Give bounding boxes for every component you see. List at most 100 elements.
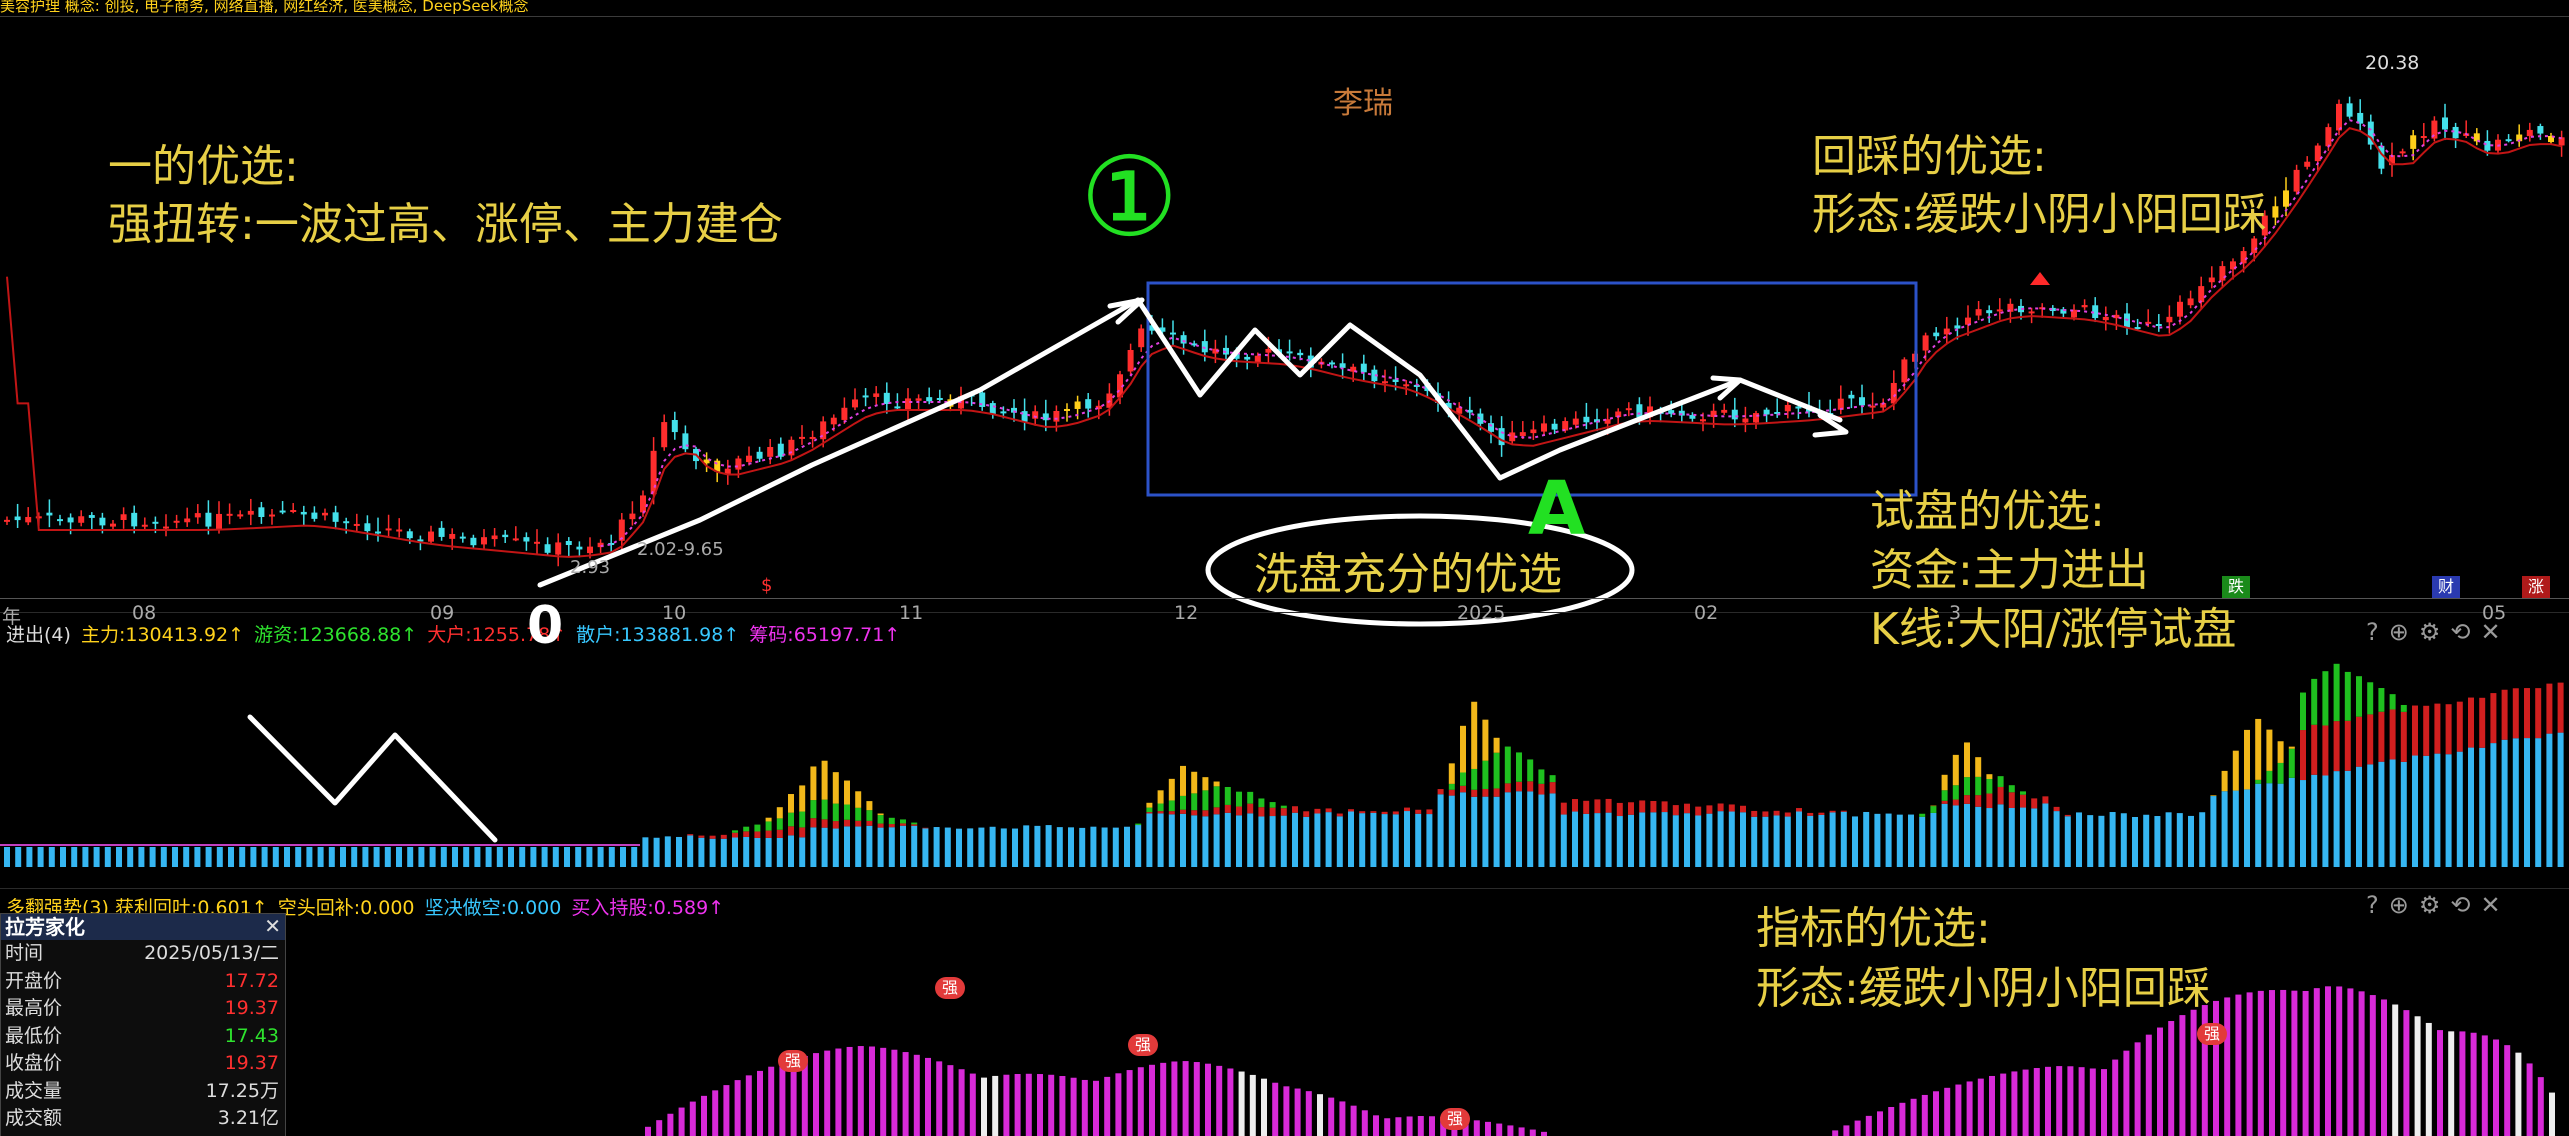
candle-body [279,510,286,513]
flow-bar [732,830,738,833]
candle-body [841,407,848,420]
note-pullback-body: 形态:缓跌小阴小阳回踩 [1812,189,2267,240]
refresh-icon[interactable]: ⟲ [2450,618,2480,646]
flow-bar [1605,812,1612,867]
flow-bar [2232,750,2239,791]
flow-bar [2266,783,2273,867]
flow-bar [1896,814,1903,867]
indicator-bar [2045,1066,2051,1136]
flow-bar [821,819,828,828]
candle-body [1519,432,1526,437]
flow-bar [48,847,55,867]
flow-bar [1224,786,1231,805]
candle-body [1180,335,1187,344]
candle-body [661,422,668,448]
flow-bar [1068,827,1074,867]
indicator2-toolbar[interactable]: ?⊕⚙⟲✕ [2366,891,2511,919]
candle-body [2537,126,2544,134]
indicator-bar [2235,994,2242,1136]
flow-bar [922,828,929,867]
flow-bar [440,847,447,867]
flow-bar [183,847,190,867]
indicator-bar [2179,1015,2186,1136]
candle-body [353,523,360,526]
indicator-bar [2302,990,2309,1136]
flow-bar [1796,808,1802,812]
flow-bar [1168,800,1175,812]
flow-bar [620,847,626,867]
flow-bar [2501,689,2508,740]
flow-bar [586,847,593,867]
indicator-bar [1977,1078,1984,1136]
flow-bar [765,821,772,831]
qiang-badge: 强 [778,1050,808,1072]
flow-bar [2490,743,2497,867]
flow-bar [1728,804,1735,812]
flow-bar [1348,811,1354,867]
flow-bar [1504,792,1511,867]
flow-bar [1236,791,1242,807]
candle-body [385,528,392,531]
flow-bar [2333,721,2340,772]
indicator-bar [2347,988,2354,1136]
flow-bar [284,847,290,867]
zoom-icon[interactable]: ⊕ [2389,618,2419,646]
info-value: 3.21亿 [217,1107,279,1129]
flow-bar [474,847,481,867]
indicator-bar [2325,986,2331,1136]
zoom-icon[interactable]: ⊕ [2389,891,2419,919]
flow-bar [732,837,738,867]
flow-bar [1975,806,1982,867]
candle-body [2272,206,2279,218]
candle-body [1933,332,1940,337]
note-indicator-title: 指标的优选: [1756,903,1991,954]
refresh-icon[interactable]: ⟲ [2450,891,2480,919]
indicator-bar [2358,991,2365,1136]
flow-bar [1135,823,1142,826]
flow-bar [855,820,862,827]
candle-body [481,537,487,545]
info-label: 最低价 [5,1024,63,1047]
close-icon[interactable]: ✕ [2480,891,2510,919]
flow-bar [1034,825,1041,867]
indicator-bar [2537,1077,2544,1136]
indicator-bar [1227,1068,1234,1136]
flow-bar [1639,800,1646,813]
candle-body [141,524,148,527]
flow-bar [1504,746,1511,784]
flow-bar [1796,811,1802,867]
flow-bar [1840,810,1847,812]
flow-bar [2053,811,2060,867]
info-panel[interactable]: 拉芳家化 ✕ 时间 2025/05/13/二 开盘价 17.72 最高价 19.37 … [0,913,286,1136]
gear-icon[interactable]: ⚙ [2419,891,2451,919]
flow-bar [1314,813,1321,867]
flow-bar [709,838,716,867]
help-icon[interactable]: ? [2366,891,2389,919]
flow-bar [496,847,503,867]
help-icon[interactable]: ? [2366,618,2389,646]
flow-bar [2031,808,2038,867]
candle-body [1138,328,1145,348]
candle-body [1509,432,1516,442]
indicator-bar [2470,1032,2477,1136]
candle-body [2166,316,2173,323]
candle-body [311,512,318,519]
gear-icon[interactable]: ⚙ [2419,618,2451,646]
flow-bar [26,847,33,867]
flow-bar [1695,815,1702,867]
flow-bar [1572,811,1578,867]
candle-body [152,521,159,524]
flow-bar [2479,747,2486,867]
close-icon[interactable]: ✕ [264,914,281,938]
flow-bar [328,847,335,867]
flow-bar [1191,810,1198,816]
info-label: 开盘价 [5,969,63,992]
tag-zhang: 涨 [2522,576,2550,598]
flow-bar [1213,814,1220,867]
indicator-bar [2089,1068,2096,1136]
flow-bar [1818,812,1825,815]
candle-body [544,544,551,553]
flow-bar [1516,781,1522,792]
indicator-bar [2067,1066,2074,1136]
flow-bar [2311,678,2318,725]
